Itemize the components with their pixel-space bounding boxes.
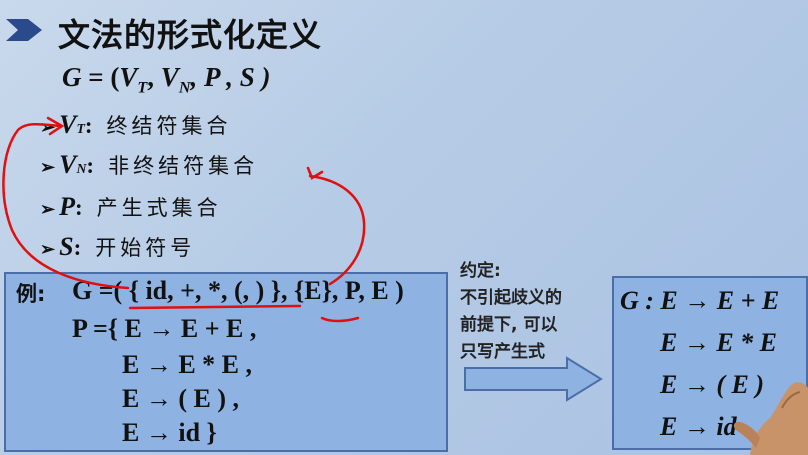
definition-desc: 产生式集合 xyxy=(96,196,222,220)
definition-vt: ➢ VT : 终结符集合 xyxy=(40,110,232,140)
definition-symbol: P xyxy=(59,192,75,221)
example-line-p: P ={ E → E + E , xyxy=(72,314,257,343)
definition-desc: 终结符集合 xyxy=(106,114,232,138)
definition-symbol: S xyxy=(59,232,74,261)
formula-vn-sub: N xyxy=(178,78,191,97)
formula-eq: = ( xyxy=(81,62,120,92)
formula-vt: V xyxy=(119,62,138,92)
grammar-line: E → E * E xyxy=(660,328,778,357)
definition-desc: 开始符号 xyxy=(95,236,196,260)
note-line: 约定: xyxy=(460,261,501,281)
annotation-curve xyxy=(308,174,366,286)
definition-sep: : xyxy=(73,235,82,260)
example-production: E → id } xyxy=(122,418,217,447)
example-label: 例: xyxy=(16,282,46,306)
example-production: E → ( E ) , xyxy=(122,384,239,413)
definition-desc: 非终结符集合 xyxy=(108,154,259,178)
example-line-g: G =( { id, +, *, (, ) }, {E}, P, E ) xyxy=(72,276,404,305)
formula-vt-sub: T xyxy=(137,78,148,97)
grammar-line: G : E → E + E xyxy=(620,286,780,315)
annotation-arrowhead xyxy=(306,166,324,180)
definition-sep: : xyxy=(86,153,95,178)
bullet-icon: ➢ xyxy=(40,117,56,137)
presenter-hand-image xyxy=(733,382,808,455)
example-production: E → E * E , xyxy=(122,350,253,379)
grammar-formula: G = (VT, VN, P , S ) xyxy=(62,62,271,97)
note-line: 前提下, 可以 xyxy=(460,315,558,335)
definition-s: ➢ S : 开始符号 xyxy=(40,232,195,262)
definition-symbol: V xyxy=(59,150,77,179)
bullet-icon: ➢ xyxy=(40,199,56,219)
definition-symbol: V xyxy=(59,110,77,139)
bullet-icon: ➢ xyxy=(40,157,56,177)
formula-vn: V xyxy=(160,62,179,92)
note-line: 不引起歧义的 xyxy=(460,288,562,308)
definition-sep: : xyxy=(84,113,93,138)
definition-vn: ➢ VN : 非终结符集合 xyxy=(40,150,258,180)
definition-sep: : xyxy=(74,195,83,220)
definition-sub: T xyxy=(76,121,85,136)
page-title: 文法的形式化定义 xyxy=(58,16,323,54)
grammar-line: E → id xyxy=(660,412,737,441)
formula-g: G xyxy=(62,62,82,92)
right-arrow-icon xyxy=(464,356,603,402)
title-bullet-icon xyxy=(6,19,42,41)
bullet-icon: ➢ xyxy=(40,239,56,259)
formula-rest: , P , S ) xyxy=(190,62,271,92)
definition-p: ➢ P : 产生式集合 xyxy=(40,192,222,222)
example-box: 例: G =( { id, +, *, (, ) }, {E}, P, E ) … xyxy=(4,272,448,452)
definition-sub: N xyxy=(76,161,87,176)
convention-note: 约定: 不引起歧义的 前提下, 可以 只写产生式 xyxy=(460,258,600,366)
